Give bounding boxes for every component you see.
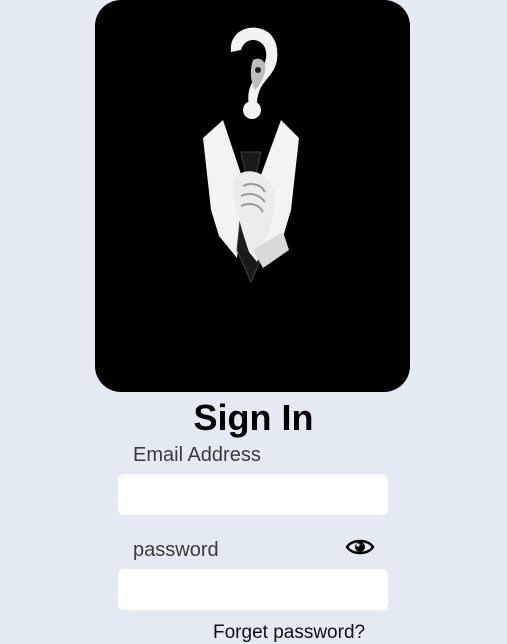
page-title: Sign In bbox=[193, 397, 314, 438]
password-label: password bbox=[133, 539, 219, 561]
anonymous-figure-illustration bbox=[203, 27, 299, 284]
password-field[interactable] bbox=[118, 569, 388, 610]
email-label: Email Address bbox=[133, 444, 261, 466]
eye-icon[interactable] bbox=[345, 535, 375, 559]
email-field[interactable] bbox=[118, 474, 388, 515]
forgot-password-link[interactable]: Forget password? bbox=[213, 622, 365, 644]
show-password-icon bbox=[345, 539, 375, 555]
hero-image bbox=[95, 0, 410, 392]
